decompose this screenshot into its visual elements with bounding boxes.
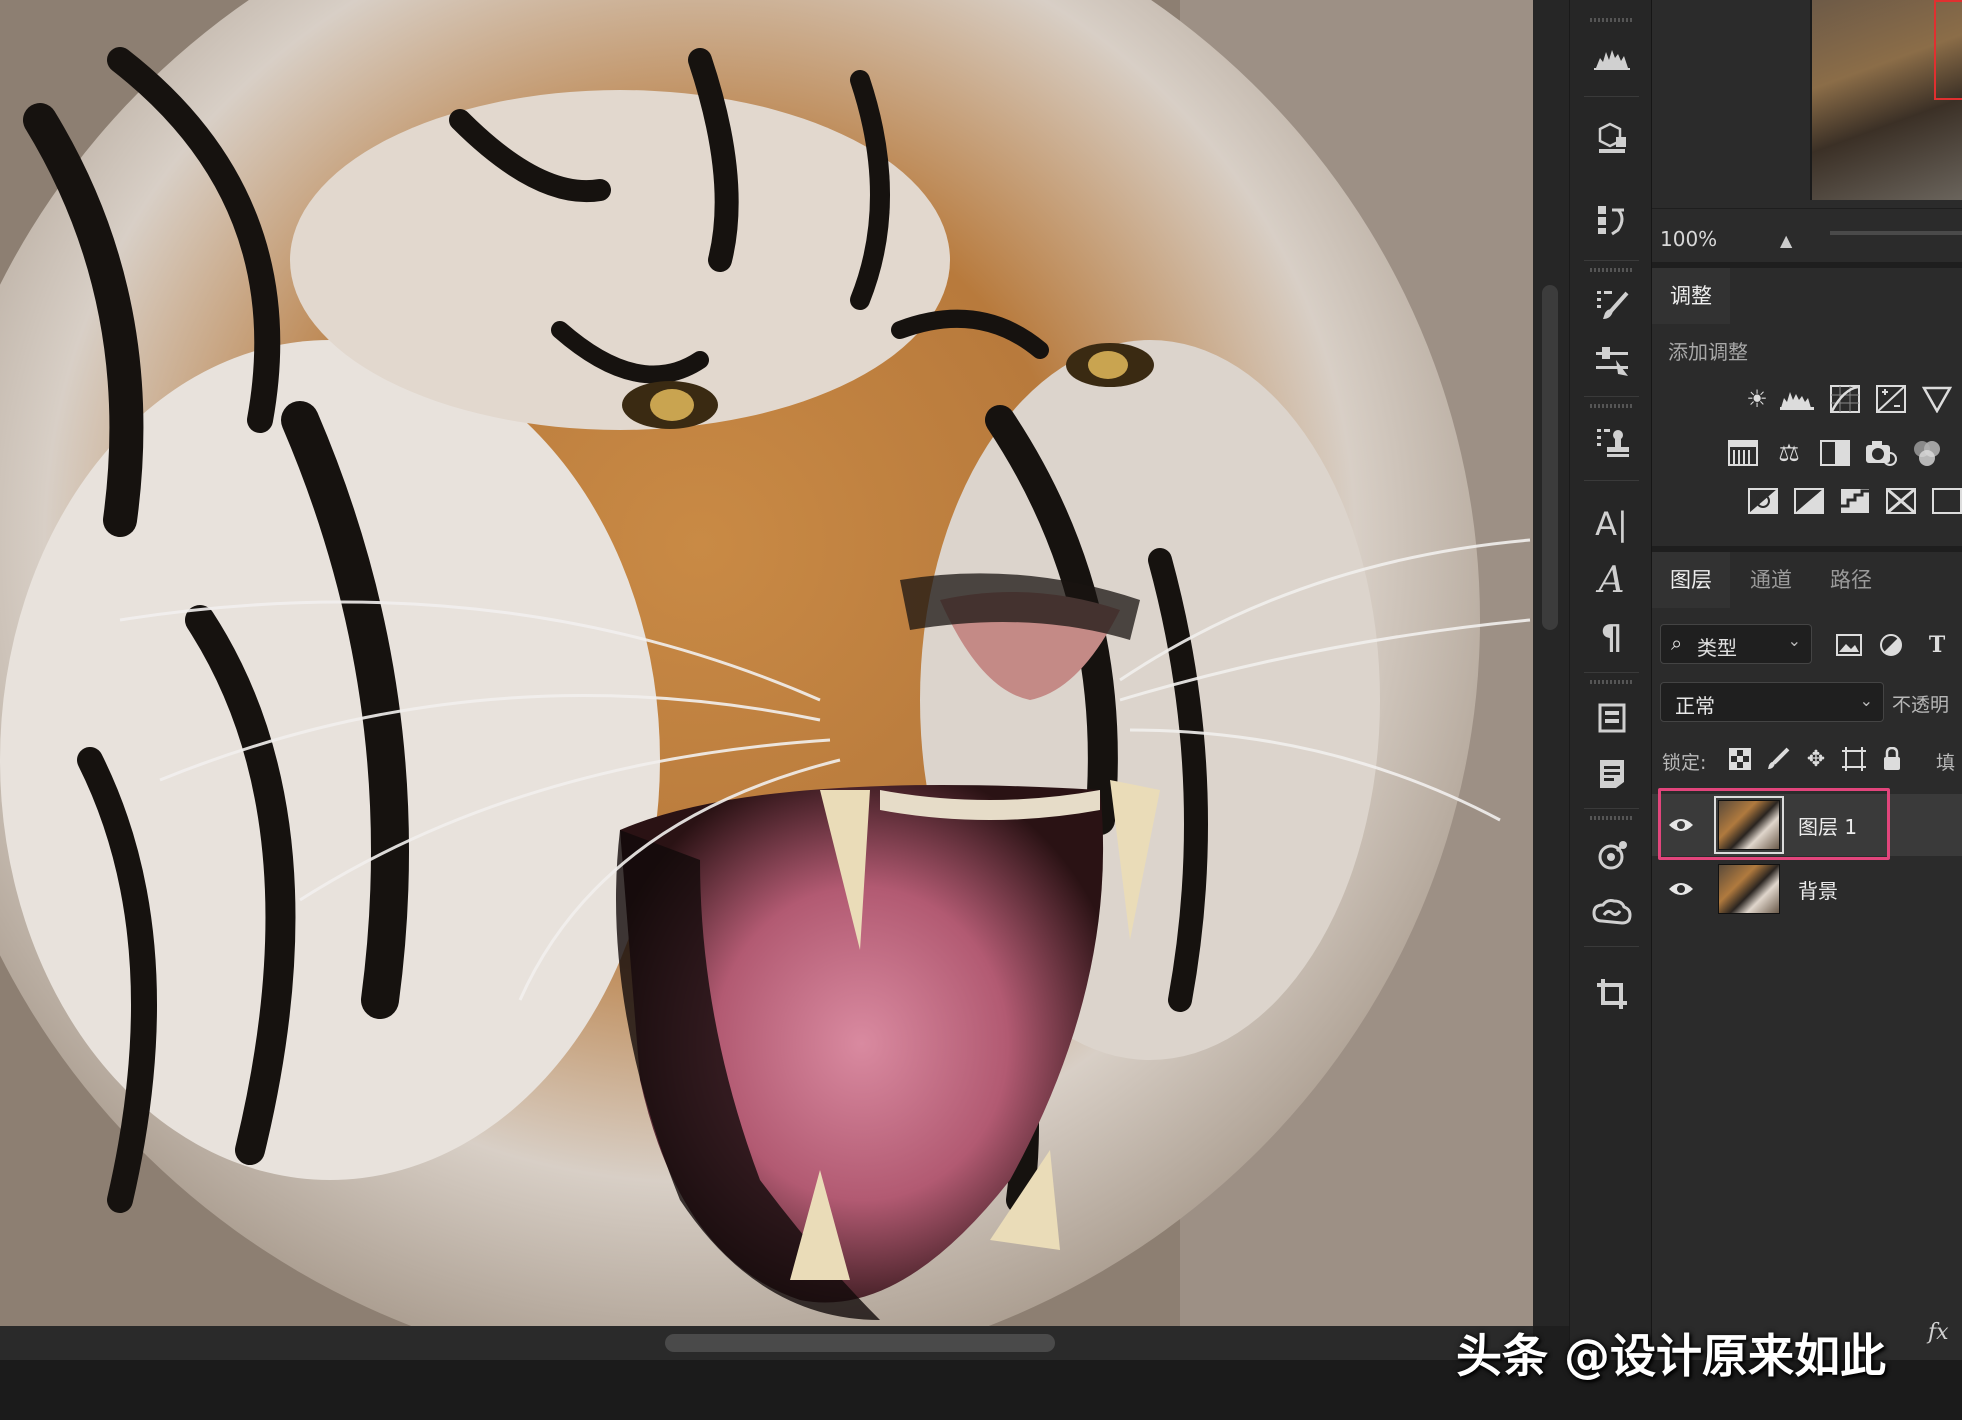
filter-type-layers-icon[interactable]: T: [1920, 628, 1954, 662]
selective-color-icon[interactable]: [1884, 484, 1918, 518]
blend-mode-value: 正常: [1675, 694, 1715, 718]
panel-grip[interactable]: [1590, 816, 1632, 820]
layer-thumbnail[interactable]: [1718, 864, 1780, 914]
color-balance-icon[interactable]: ⚖: [1772, 436, 1806, 470]
levels-icon[interactable]: [1780, 382, 1814, 416]
navigator-view-box[interactable]: [1934, 0, 1962, 100]
tiger-photo: [0, 0, 1533, 1326]
lock-position-icon[interactable]: ✥: [1800, 742, 1832, 776]
gradient-map-icon[interactable]: [1930, 484, 1962, 518]
brightness-contrast-icon[interactable]: ☀: [1740, 382, 1774, 416]
clone-source-icon[interactable]: [1570, 414, 1653, 470]
history-icon[interactable]: [1570, 192, 1653, 248]
hue-saturation-icon[interactable]: [1726, 436, 1760, 470]
filter-pixel-layers-icon[interactable]: [1832, 628, 1866, 662]
libraries-icon[interactable]: [1570, 828, 1653, 884]
chevron-down-icon: ⌄: [1859, 691, 1873, 710]
layer-filter-select[interactable]: ⌕ 类型 ⌄: [1660, 624, 1812, 664]
properties-icon[interactable]: [1570, 690, 1653, 746]
character-icon[interactable]: A|: [1570, 496, 1653, 552]
opacity-label: 不透明: [1892, 694, 1950, 716]
tool-presets-icon[interactable]: [1570, 334, 1653, 390]
add-adjustment-label: 添加调整: [1668, 340, 1748, 364]
tab-paths[interactable]: 路径: [1812, 552, 1890, 608]
threshold-icon[interactable]: [1838, 484, 1872, 518]
search-icon: ⌕: [1671, 631, 1683, 655]
vertical-scroll-thumb[interactable]: [1542, 285, 1558, 630]
panel-grip[interactable]: [1590, 268, 1632, 272]
eye-icon[interactable]: [1666, 874, 1696, 904]
panel-grip[interactable]: [1590, 404, 1632, 408]
chevron-down-icon: ⌄: [1787, 631, 1801, 650]
crop-icon[interactable]: [1570, 966, 1653, 1022]
tab-channels[interactable]: 通道: [1732, 552, 1810, 608]
navigator-zoom-row: 100% ▲: [1652, 208, 1962, 262]
curves-icon[interactable]: [1828, 382, 1862, 416]
invert-icon[interactable]: [1746, 484, 1780, 518]
photo-filter-icon[interactable]: [1864, 436, 1898, 470]
zoom-out-mountain-icon[interactable]: ▲: [1780, 231, 1792, 250]
tab-adjustments[interactable]: 调整: [1652, 268, 1730, 324]
blend-mode-select[interactable]: 正常 ⌄: [1660, 682, 1884, 722]
layer-row-background[interactable]: 背景: [1652, 858, 1962, 920]
zoom-value[interactable]: 100%: [1660, 227, 1717, 251]
lock-transparent-pixels-icon[interactable]: [1724, 742, 1756, 776]
filter-adjustment-layers-icon[interactable]: [1874, 628, 1908, 662]
lock-image-pixels-icon[interactable]: [1762, 742, 1794, 776]
vertical-scrollbar[interactable]: [1533, 0, 1569, 1326]
creative-cloud-icon[interactable]: [1570, 884, 1653, 940]
lock-all-icon[interactable]: [1876, 742, 1908, 776]
horizontal-scroll-thumb[interactable]: [665, 1334, 1055, 1352]
glyphs-icon[interactable]: A: [1570, 552, 1653, 608]
notes-icon[interactable]: [1570, 746, 1653, 802]
lock-artboard-icon[interactable]: [1838, 742, 1870, 776]
watermark: 头条 @设计原来如此: [1456, 1329, 1887, 1383]
document-canvas[interactable]: [0, 0, 1533, 1326]
posterize-icon[interactable]: [1792, 484, 1826, 518]
fill-label: 填: [1936, 752, 1956, 774]
black-white-icon[interactable]: [1818, 436, 1852, 470]
channel-mixer-icon[interactable]: [1910, 436, 1944, 470]
panel-icon-strip: A| A ¶: [1569, 0, 1652, 1360]
histogram-icon[interactable]: [1570, 30, 1653, 86]
layer-name[interactable]: 背景: [1798, 875, 1838, 904]
navigator-preview[interactable]: [1810, 0, 1962, 200]
zoom-slider[interactable]: [1830, 231, 1962, 235]
paragraph-icon[interactable]: ¶: [1570, 610, 1653, 666]
panel-grip[interactable]: [1590, 18, 1632, 22]
layer-filter-value: 类型: [1697, 636, 1737, 660]
tab-layers[interactable]: 图层: [1652, 552, 1730, 608]
right-panel: 100% ▲ 调整 添加调整 ☀ ⚖ 图层 通道 路径 ⌕ 类型 ⌄ T 正常 …: [1652, 0, 1962, 1360]
photoshop-window: A| A ¶ 100% ▲ 调整 添加调整 ☀ ⚖ 图层 通道 路径 ⌕ 类型 …: [0, 0, 1962, 1420]
fx-button[interactable]: fx: [1928, 1320, 1949, 1345]
panel-grip[interactable]: [1590, 680, 1632, 684]
annotation-highlight-box: [1658, 788, 1890, 860]
exposure-icon[interactable]: [1874, 382, 1908, 416]
3d-icon[interactable]: [1570, 110, 1653, 166]
brush-settings-icon[interactable]: [1570, 276, 1653, 332]
lock-label: 锁定:: [1662, 752, 1707, 774]
vibrance-icon[interactable]: [1920, 382, 1954, 416]
